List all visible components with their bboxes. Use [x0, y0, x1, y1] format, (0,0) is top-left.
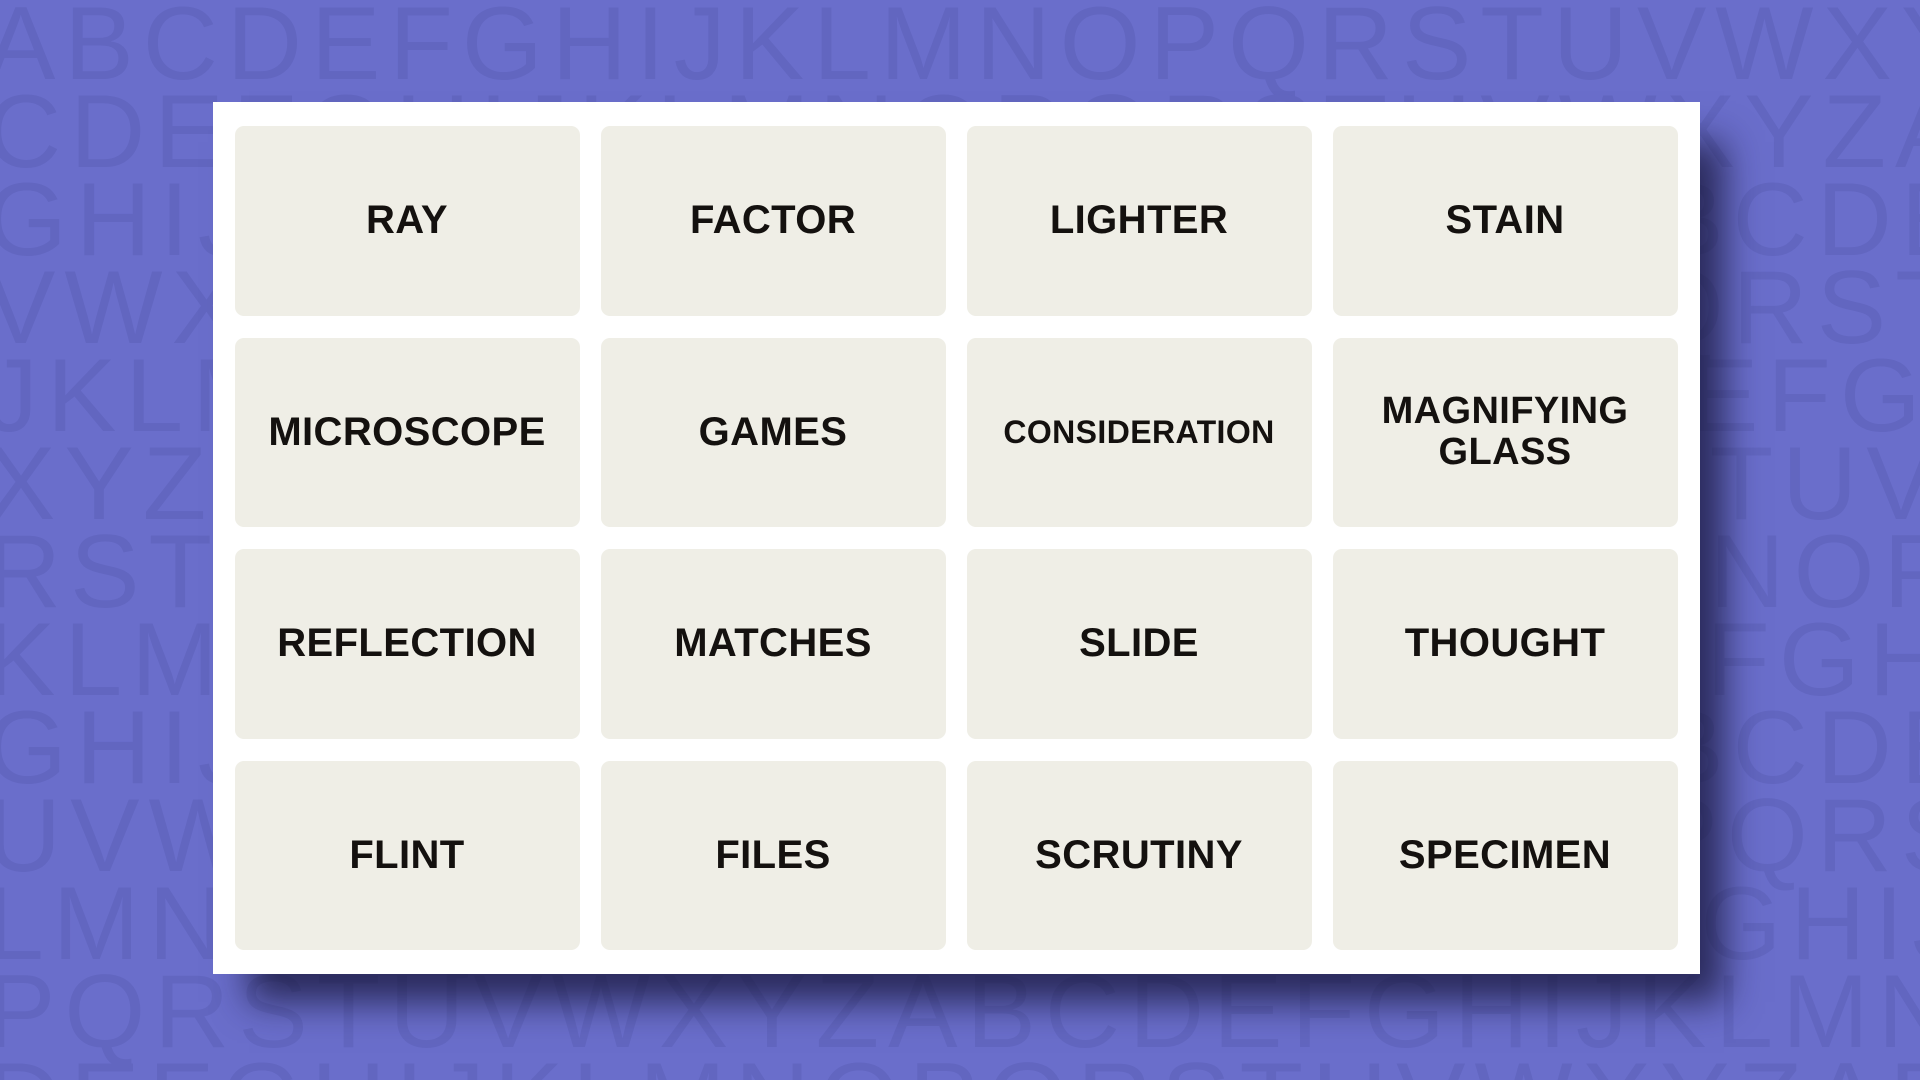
word-tile[interactable]: MICROSCOPE: [234, 337, 580, 527]
word-tile[interactable]: STAIN: [1332, 126, 1678, 316]
word-tile-label: LIGHTER: [1049, 198, 1229, 243]
word-tile[interactable]: SCRUTINY: [966, 760, 1312, 950]
word-tile-grid: RAY FACTOR LIGHTER STAIN MICROSCOPE GAMES CONS…: [234, 126, 1678, 950]
word-tile-label: SLIDE: [1079, 621, 1199, 666]
word-tile-label: MATCHES: [674, 621, 872, 666]
word-tile[interactable]: RAY: [234, 126, 580, 316]
word-tile-label: SCRUTINY: [1035, 832, 1243, 877]
word-tile[interactable]: REFLECTION: [234, 549, 580, 739]
word-tile[interactable]: THOUGHT: [1332, 549, 1678, 739]
word-tile[interactable]: LIGHTER: [966, 126, 1312, 316]
word-tile-label: MAGNIFYING GLASS: [1381, 390, 1629, 474]
background-letter-row: PQRSTUVWXYZABCDEFGHIJKLMNOPQRSTU: [0, 954, 1920, 1070]
word-tile[interactable]: FACTOR: [600, 126, 946, 316]
word-tile[interactable]: FILES: [600, 760, 946, 950]
word-tile-label: SPECIMEN: [1398, 832, 1612, 877]
word-tile[interactable]: MATCHES: [600, 549, 946, 739]
word-tile[interactable]: SPECIMEN: [1332, 760, 1678, 950]
word-tile-label: FILES: [715, 832, 831, 877]
word-tile-label: FACTOR: [689, 198, 857, 243]
word-tile-label: RAY: [366, 198, 448, 243]
word-tile-label: MICROSCOPE: [268, 409, 546, 454]
word-tile-label: REFLECTION: [277, 621, 537, 666]
puzzle-board-card: RAY FACTOR LIGHTER STAIN MICROSCOPE GAMES CONS…: [212, 102, 1700, 974]
word-tile[interactable]: FLINT: [234, 760, 580, 950]
word-tile[interactable]: GAMES: [600, 337, 946, 527]
word-tile-label: GAMES: [698, 409, 848, 454]
word-tile[interactable]: CONSIDERATION: [966, 337, 1312, 527]
word-tile-label: FLINT: [349, 832, 465, 877]
word-tile[interactable]: MAGNIFYING GLASS: [1332, 337, 1678, 527]
word-tile-label: STAIN: [1445, 198, 1565, 243]
background-letter-row: DEFGHIJKLMNOPQRSTUVWXYZABCDEFGHI: [0, 1048, 1920, 1080]
background-letter-row: ABCDEFGHIJKLMNOPQRSTUVWXYZABCDEF: [0, 0, 1920, 102]
word-tile-label: THOUGHT: [1404, 621, 1606, 666]
word-tile[interactable]: SLIDE: [966, 549, 1312, 739]
word-tile-label: CONSIDERATION: [1003, 413, 1275, 450]
